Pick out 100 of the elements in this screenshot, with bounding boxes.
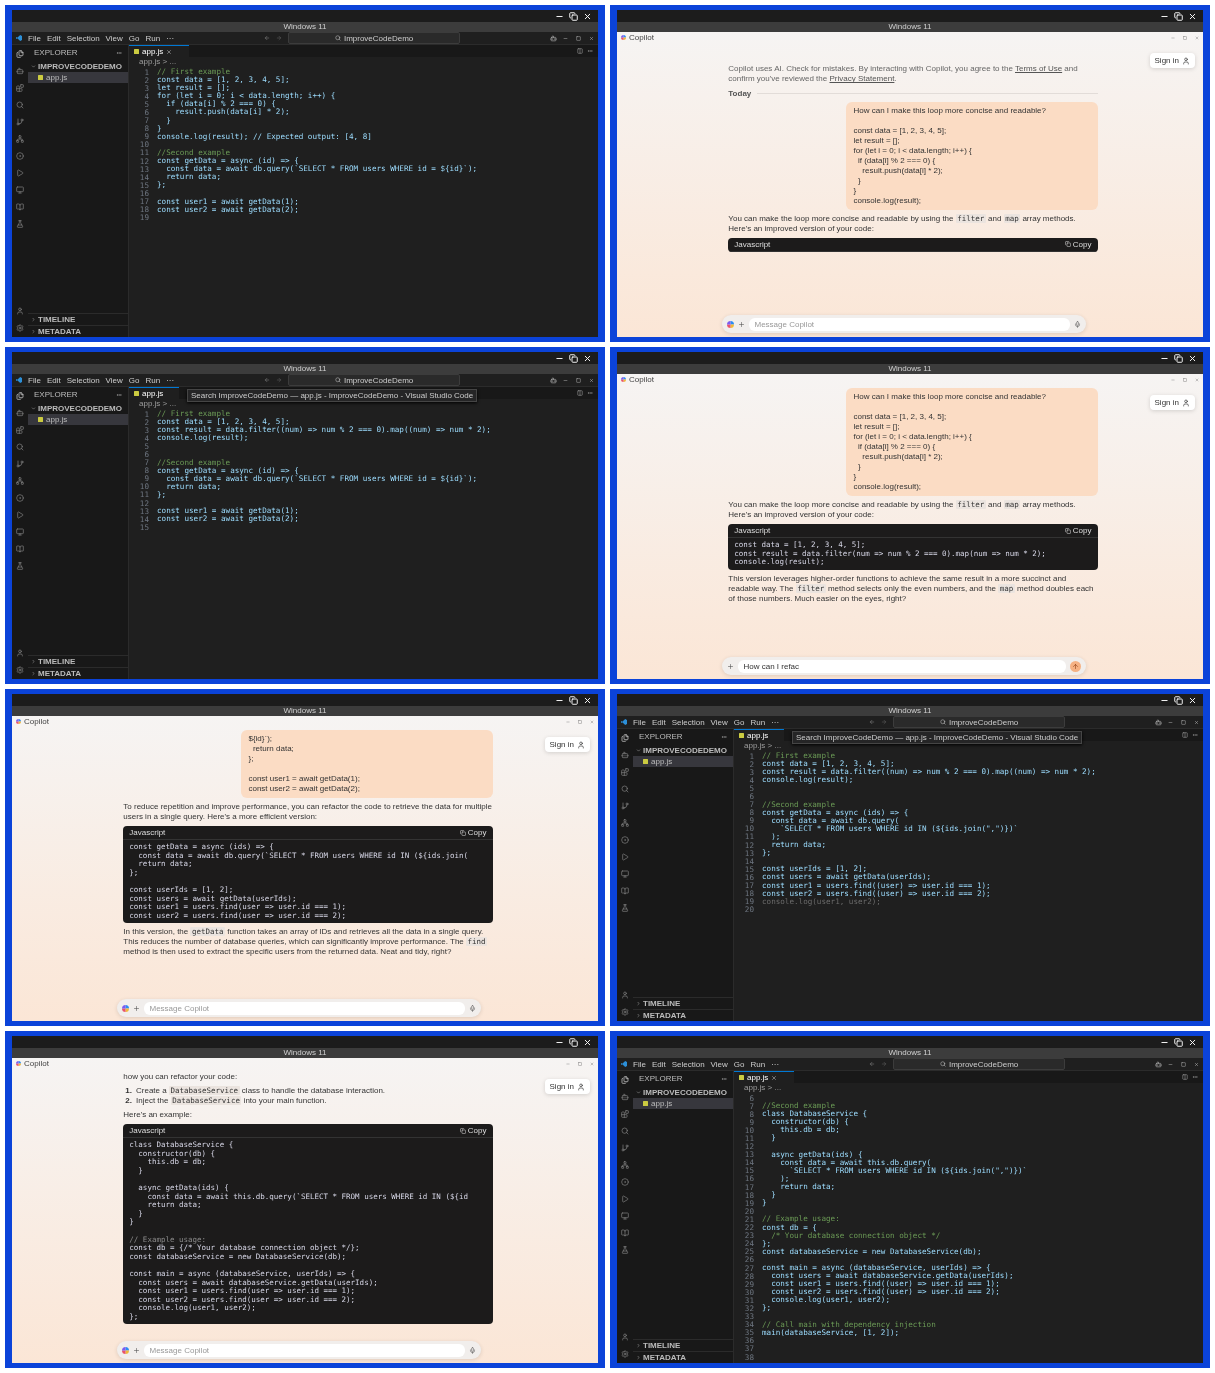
files-icon[interactable]: [16, 50, 24, 58]
maximize-icon[interactable]: [1183, 35, 1187, 40]
split-editor-icon[interactable]: [577, 48, 583, 54]
more-icon[interactable]: [721, 1075, 727, 1082]
plus-icon[interactable]: [133, 1004, 141, 1012]
breadcrumb[interactable]: app.js > ...: [129, 399, 598, 409]
account-icon[interactable]: [16, 649, 24, 657]
forward-icon[interactable]: [276, 35, 283, 41]
restore-icon[interactable]: [569, 695, 578, 705]
command-search-field[interactable]: ImproveCodeDemo: [288, 32, 461, 44]
robot-icon[interactable]: [1155, 1060, 1162, 1068]
menu-item[interactable]: ···: [166, 375, 175, 385]
menu-item[interactable]: Selection: [671, 1059, 705, 1069]
more-icon[interactable]: [721, 733, 727, 740]
network-icon[interactable]: [621, 819, 629, 827]
branch-icon[interactable]: [16, 118, 24, 126]
more-icon[interactable]: [1192, 732, 1198, 738]
folder-name[interactable]: IMPROVECODEDEMO: [38, 61, 122, 71]
play-icon[interactable]: [621, 853, 629, 861]
circle-icon[interactable]: [621, 1178, 629, 1186]
flask-icon[interactable]: [16, 220, 24, 228]
robot-icon[interactable]: [550, 34, 557, 42]
robot-icon[interactable]: [16, 409, 24, 417]
sign-in-button[interactable]: Sign in: [1149, 395, 1195, 410]
menu-item[interactable]: View: [710, 1059, 728, 1069]
explorer-entry[interactable]: app.js: [28, 72, 128, 83]
search-icon[interactable]: [16, 443, 24, 451]
menu-item[interactable]: Selection: [66, 375, 100, 385]
flask-icon[interactable]: [621, 904, 629, 912]
chevron-right-icon[interactable]: [31, 329, 36, 334]
split-editor-icon[interactable]: [577, 390, 583, 396]
branch-icon[interactable]: [621, 802, 629, 810]
search-icon[interactable]: [621, 1127, 629, 1135]
copy-button[interactable]: Copy: [1064, 526, 1092, 535]
menu-item[interactable]: Edit: [651, 1059, 666, 1069]
menu-item[interactable]: File: [633, 717, 646, 727]
chevron-down-icon[interactable]: [636, 747, 641, 753]
section-header[interactable]: METADATA: [38, 327, 82, 336]
section-header[interactable]: TIMELINE: [643, 999, 681, 1008]
branch-icon[interactable]: [16, 460, 24, 468]
sign-in-button[interactable]: Sign in: [1149, 53, 1195, 68]
section-header[interactable]: TIMELINE: [38, 315, 76, 324]
files-icon[interactable]: [621, 1076, 629, 1084]
chevron-right-icon[interactable]: [636, 1355, 641, 1360]
close-icon[interactable]: [583, 695, 592, 705]
book-icon[interactable]: [16, 203, 24, 211]
monitor-icon[interactable]: [621, 1212, 629, 1220]
split-editor-icon[interactable]: [1182, 732, 1188, 738]
extensions-icon[interactable]: [621, 768, 629, 776]
message-field[interactable]: How can I refac: [738, 659, 1066, 673]
close-icon[interactable]: [1188, 1037, 1197, 1047]
restore-icon[interactable]: [1174, 1037, 1183, 1047]
menu-item[interactable]: Go: [733, 717, 745, 727]
close-icon[interactable]: [583, 1037, 592, 1047]
text-link[interactable]: Terms of Use: [1015, 64, 1063, 73]
more-icon[interactable]: [116, 49, 122, 56]
copy-button[interactable]: Copy: [1064, 239, 1092, 249]
command-search-field[interactable]: ImproveCodeDemo: [893, 716, 1066, 728]
restore-icon[interactable]: [1174, 353, 1183, 363]
menu-item[interactable]: Run: [750, 717, 766, 727]
section-header[interactable]: TIMELINE: [38, 657, 76, 666]
chevron-down-icon[interactable]: [636, 1089, 641, 1095]
settings-icon[interactable]: [621, 1350, 629, 1358]
restore-icon[interactable]: [1174, 11, 1183, 21]
menu-item[interactable]: View: [105, 33, 123, 43]
explorer-entry[interactable]: app.js: [633, 1098, 733, 1109]
play-icon[interactable]: [16, 169, 24, 177]
message-field[interactable]: Message Copilot: [749, 317, 1070, 331]
network-icon[interactable]: [621, 1161, 629, 1169]
files-icon[interactable]: [16, 392, 24, 400]
close-icon[interactable]: [583, 353, 592, 363]
folder-name[interactable]: IMPROVECODEDEMO: [643, 745, 727, 755]
book-icon[interactable]: [621, 887, 629, 895]
plus-icon[interactable]: [133, 1346, 141, 1354]
monitor-icon[interactable]: [621, 870, 629, 878]
section-header[interactable]: METADATA: [643, 1353, 687, 1362]
forward-icon[interactable]: [881, 1061, 888, 1067]
menu-item[interactable]: ···: [771, 1059, 780, 1069]
close-icon[interactable]: [1188, 11, 1197, 21]
settings-icon[interactable]: [621, 1008, 629, 1016]
forward-icon[interactable]: [276, 377, 283, 383]
chevron-right-icon[interactable]: [31, 671, 36, 676]
chevron-down-icon[interactable]: [31, 405, 36, 411]
maximize-icon[interactable]: [578, 1061, 582, 1066]
plus-icon[interactable]: [727, 662, 735, 670]
maximize-icon[interactable]: [1183, 377, 1187, 382]
menu-item[interactable]: Selection: [66, 33, 100, 43]
monitor-icon[interactable]: [16, 186, 24, 194]
restore-icon[interactable]: [569, 11, 578, 21]
menu-item[interactable]: View: [710, 717, 728, 727]
extensions-icon[interactable]: [16, 84, 24, 92]
menu-item[interactable]: Go: [733, 1059, 745, 1069]
flask-icon[interactable]: [621, 1246, 629, 1254]
menu-item[interactable]: ···: [166, 33, 175, 43]
command-search-field[interactable]: ImproveCodeDemo: [893, 1058, 1066, 1070]
microphone-icon[interactable]: [468, 1346, 476, 1354]
network-icon[interactable]: [16, 135, 24, 143]
menu-item[interactable]: Go: [128, 33, 140, 43]
sign-in-button[interactable]: Sign in: [544, 737, 590, 752]
explorer-entry[interactable]: app.js: [633, 756, 733, 767]
